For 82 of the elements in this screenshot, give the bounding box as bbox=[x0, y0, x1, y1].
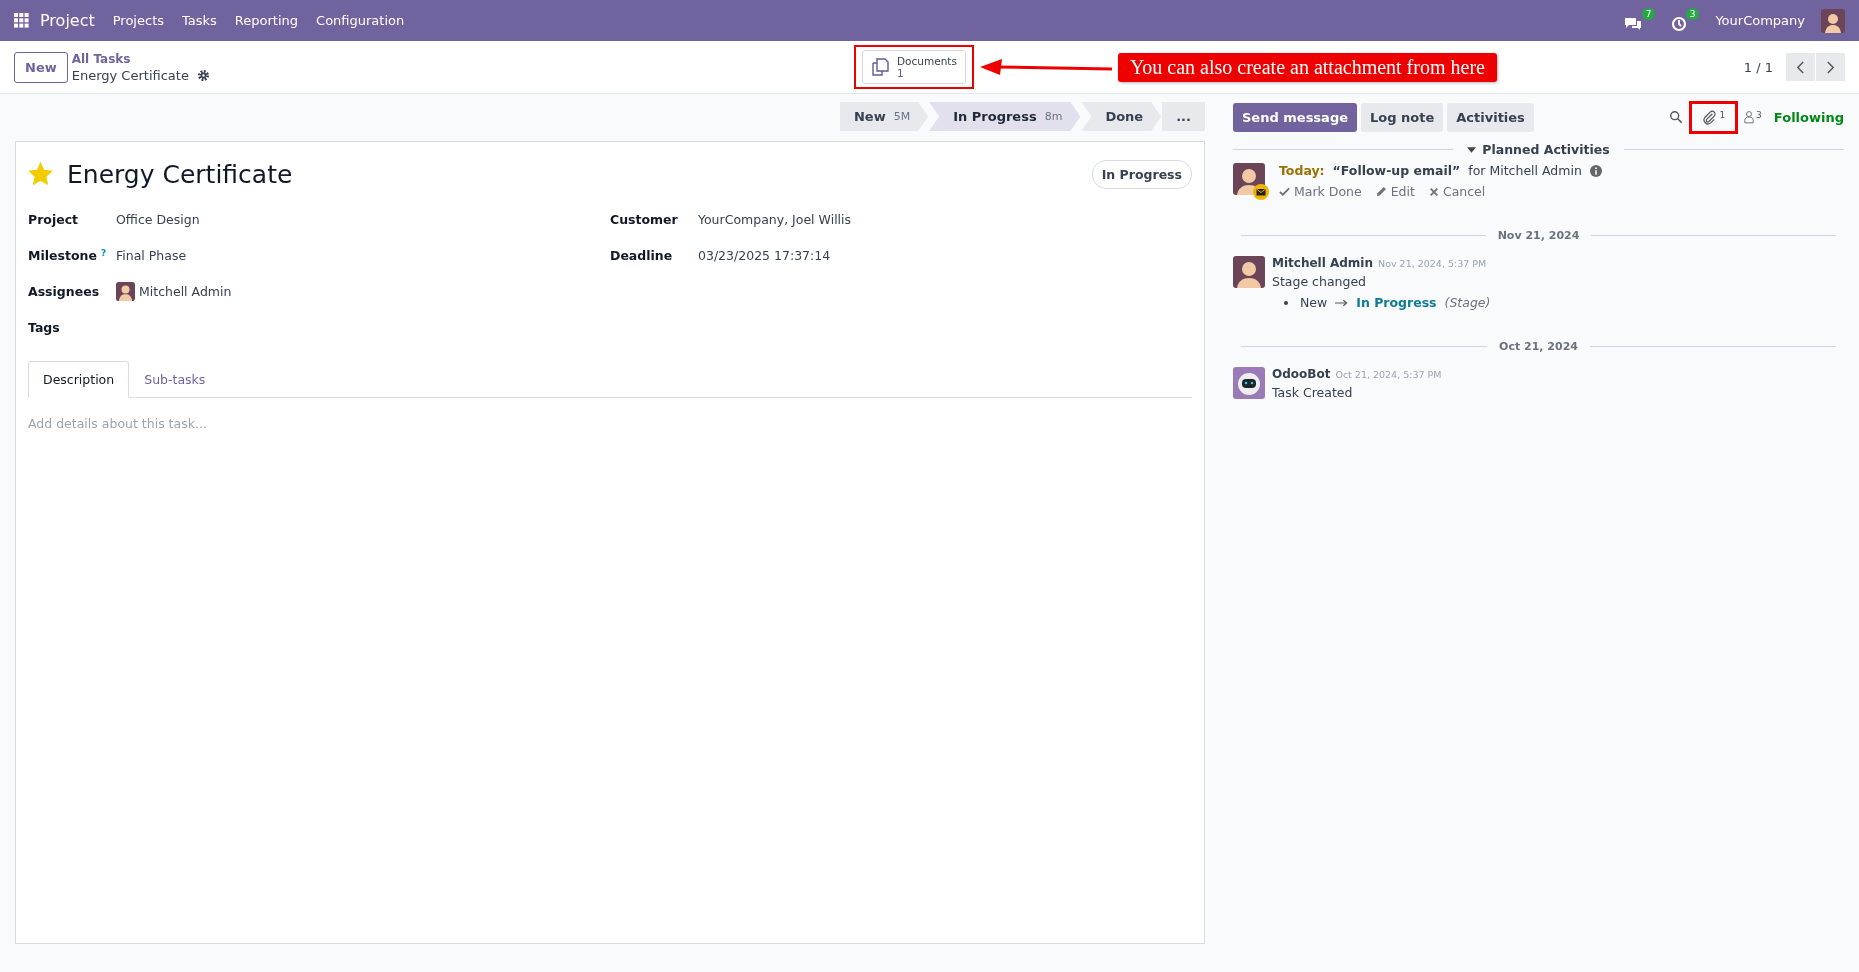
planned-activities-toggle[interactable]: Planned Activities bbox=[1467, 142, 1610, 157]
date-separator: Nov 21, 2024 bbox=[1497, 229, 1580, 242]
status-button[interactable]: In Progress bbox=[1091, 160, 1192, 189]
field-value[interactable]: 03/23/2025 17:37:14 bbox=[698, 247, 831, 263]
check-icon bbox=[1279, 186, 1290, 197]
message-body: Stage changed bbox=[1272, 274, 1368, 289]
stage-button[interactable]: Done bbox=[1081, 102, 1162, 131]
attachments-button[interactable]: 1 bbox=[1702, 109, 1726, 125]
info-icon[interactable] bbox=[1589, 164, 1602, 177]
tracked-field: (Stage) bbox=[1444, 295, 1491, 310]
documents-button[interactable]: Documents 1 bbox=[862, 50, 966, 84]
old-value: New bbox=[1300, 295, 1328, 310]
activity-action[interactable]: Cancel bbox=[1428, 184, 1486, 199]
message-body: Task Created bbox=[1272, 385, 1354, 400]
breadcrumb-link[interactable]: All Tasks bbox=[71, 51, 210, 66]
field-value[interactable]: YourCompany, Joel Willis bbox=[698, 211, 852, 227]
new-button[interactable]: New bbox=[14, 51, 68, 83]
activity-action[interactable]: Edit bbox=[1375, 184, 1415, 199]
pencil-icon bbox=[1375, 186, 1387, 197]
paperclip-icon bbox=[1702, 109, 1718, 125]
app-grid-icon[interactable] bbox=[14, 13, 29, 28]
date-separator: Oct 21, 2024 bbox=[1499, 340, 1578, 353]
field-label: Deadline bbox=[610, 247, 673, 263]
menu-item[interactable]: Tasks bbox=[182, 13, 217, 28]
new-value: In Progress bbox=[1356, 295, 1437, 310]
chatter-button[interactable]: Activities bbox=[1447, 102, 1534, 132]
chevron-right-icon bbox=[1826, 60, 1835, 74]
user-avatar[interactable] bbox=[1821, 8, 1845, 33]
stage-button[interactable]: New 5M bbox=[839, 102, 929, 131]
message-author[interactable]: Mitchell Admin bbox=[1272, 256, 1374, 270]
due-label: Today: bbox=[1279, 163, 1325, 178]
count-badge: 3 bbox=[1685, 7, 1700, 20]
documents-icon bbox=[871, 58, 889, 76]
followers-button[interactable]: 3 bbox=[1744, 110, 1762, 124]
count-badge: 7 bbox=[1641, 7, 1656, 20]
activity-summary: “Follow-up email” bbox=[1332, 163, 1461, 178]
field-value[interactable]: Final Phase bbox=[116, 247, 187, 263]
avatar-icon bbox=[1233, 256, 1265, 288]
previous-button[interactable] bbox=[1786, 53, 1815, 81]
message-author[interactable]: OdooBot bbox=[1272, 367, 1331, 381]
close-icon bbox=[1428, 186, 1439, 197]
star-icon[interactable] bbox=[28, 162, 53, 187]
settings-icon[interactable] bbox=[196, 68, 210, 82]
menu-item[interactable]: Projects bbox=[112, 13, 164, 28]
app-name[interactable]: Project bbox=[40, 11, 95, 30]
field-label: Tags bbox=[28, 319, 60, 335]
robot-avatar-icon bbox=[1233, 367, 1265, 399]
chat-icon bbox=[1623, 15, 1644, 32]
following-button[interactable]: Following bbox=[1773, 109, 1844, 125]
menu-item[interactable]: Reporting bbox=[234, 13, 299, 28]
notebook-tab[interactable]: Description bbox=[28, 361, 130, 398]
notebook-tab[interactable]: Sub-tasks bbox=[129, 361, 221, 398]
annotation-callout: You can also create an attachment from here bbox=[1117, 52, 1497, 82]
chatter-button[interactable]: Send message bbox=[1233, 102, 1357, 132]
message-time: Nov 21, 2024, 5:37 PM bbox=[1378, 258, 1487, 269]
record-title: Energy Certificate bbox=[71, 67, 189, 83]
task-title[interactable]: Energy Certificate bbox=[67, 160, 293, 189]
chatter-button[interactable]: Log note bbox=[1361, 102, 1444, 132]
menu-item[interactable]: Configuration bbox=[316, 13, 405, 28]
caret-down-icon bbox=[1467, 146, 1477, 153]
field-value[interactable]: Office Design bbox=[116, 211, 200, 227]
search-icon[interactable] bbox=[1669, 110, 1684, 124]
field-label: Milestone bbox=[28, 247, 97, 263]
stage-button[interactable]: In Progress 8m bbox=[929, 102, 1081, 131]
field-label: Assignees bbox=[28, 283, 100, 299]
pager-value: 1 / 1 bbox=[1743, 59, 1773, 75]
company-name[interactable]: YourCompany bbox=[1715, 13, 1805, 28]
field-label: Customer bbox=[610, 211, 678, 227]
bullet-icon bbox=[1284, 300, 1288, 305]
activity-assignee: for Mitchell Admin bbox=[1468, 163, 1582, 178]
next-button[interactable] bbox=[1816, 53, 1845, 81]
field-label: Project bbox=[28, 211, 79, 227]
clock-icon bbox=[1671, 15, 1688, 32]
message-time: Oct 21, 2024, 5:37 PM bbox=[1335, 369, 1442, 380]
stage-button[interactable]: ... bbox=[1162, 102, 1205, 131]
arrow-right-icon bbox=[1335, 298, 1349, 307]
person-icon bbox=[1744, 110, 1755, 124]
chevron-left-icon bbox=[1796, 60, 1805, 74]
envelope-badge-icon bbox=[1253, 184, 1269, 200]
field-value[interactable]: Mitchell Admin bbox=[139, 283, 232, 299]
help-tooltip[interactable]: ? bbox=[100, 247, 107, 263]
activity-action[interactable]: Mark Done bbox=[1279, 184, 1362, 199]
